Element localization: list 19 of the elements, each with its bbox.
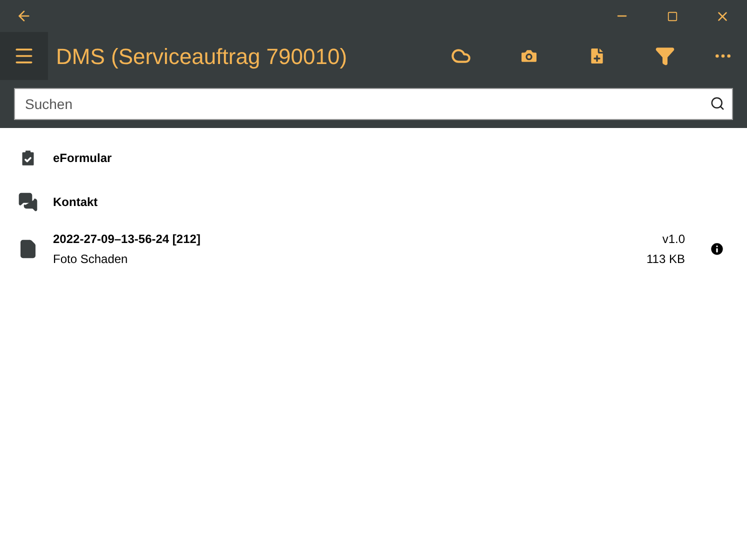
search-field[interactable]: Suchen	[14, 88, 733, 120]
info-button[interactable]	[709, 241, 725, 257]
item-subtitle: Foto Schaden	[53, 251, 129, 267]
maximize-icon[interactable]	[666, 10, 678, 22]
item-title: eFormular	[53, 150, 113, 166]
item-title: 2022-27-09–13-56-24 [212]	[53, 231, 202, 247]
item-size: 113 KB	[646, 251, 685, 267]
chat-bubbles-icon	[18, 192, 38, 212]
window-title: DMS (Serviceauftrag 790010)	[56, 42, 348, 71]
search-icon[interactable]	[710, 96, 725, 111]
list-item[interactable]: 2022-27-09–13-56-24 [212] Foto Schaden v1.0 113 KB	[0, 224, 747, 274]
list-item[interactable]: eFormular	[0, 136, 747, 180]
menu-button[interactable]	[0, 32, 48, 80]
list-item[interactable]: Kontakt	[0, 180, 747, 224]
file-icon	[18, 239, 38, 259]
cloud-icon[interactable]	[451, 46, 471, 66]
item-version: v1.0	[662, 231, 685, 247]
filter-icon[interactable]	[655, 46, 675, 66]
item-title: Kontakt	[53, 194, 99, 210]
